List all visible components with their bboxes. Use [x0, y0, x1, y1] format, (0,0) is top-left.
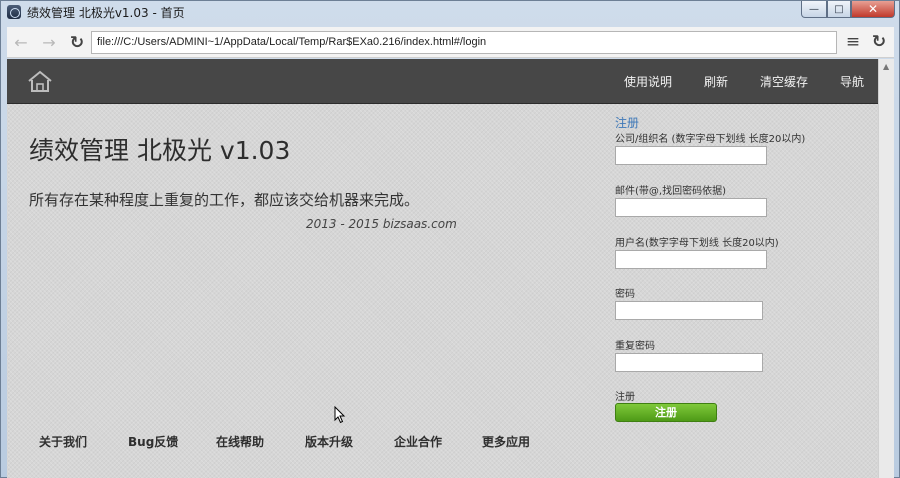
vertical-scrollbar[interactable]: ▲ — [878, 59, 894, 478]
menu-icon[interactable]: ≡ — [843, 32, 863, 52]
minimize-button[interactable]: — — [801, 1, 827, 18]
username-label: 用户名(数字字母下划线 长度20以内) — [615, 238, 779, 249]
window-controls: — □ ✕ — [801, 1, 895, 19]
confirm-password-input[interactable] — [615, 353, 763, 372]
window-title: 绩效管理 北极光v1.03 - 首页 — [27, 6, 185, 20]
mouse-cursor-icon — [334, 406, 346, 424]
reload-icon[interactable]: ↻ — [67, 33, 87, 53]
nav-navigation[interactable]: 导航 — [824, 73, 878, 90]
browser-window: 绩效管理 北极光v1.03 - 首页 — □ ✕ ← → ↻ file:///C… — [0, 0, 900, 478]
copyright-text: 2013 - 2015 bizsaas.com — [306, 217, 457, 231]
org-name-input[interactable] — [615, 146, 767, 165]
top-nav: 使用说明 刷新 清空缓存 导航 — [608, 59, 878, 104]
email-label: 邮件(带@,找回密码依据) — [615, 186, 726, 197]
browser-toolbar: ← → ↻ file:///C:/Users/ADMINI~1/AppData/… — [7, 27, 894, 58]
footer-online-help[interactable]: 在线帮助 — [216, 433, 305, 450]
password-label: 密码 — [615, 289, 635, 300]
footer-about[interactable]: 关于我们 — [39, 433, 128, 450]
email-input[interactable] — [615, 198, 767, 217]
username-input[interactable] — [615, 250, 767, 269]
home-icon[interactable] — [26, 69, 54, 93]
footer-more-apps[interactable]: 更多应用 — [482, 433, 530, 450]
footer-upgrade[interactable]: 版本升级 — [305, 433, 394, 450]
close-button[interactable]: ✕ — [851, 1, 895, 18]
register-button[interactable]: 注册 — [615, 403, 717, 422]
refresh-icon[interactable]: ↻ — [869, 32, 889, 52]
browser-app-icon — [7, 5, 21, 19]
confirm-password-label: 重复密码 — [615, 341, 655, 352]
title-bar[interactable]: 绩效管理 北极光v1.03 - 首页 — □ ✕ — [1, 1, 899, 23]
close-icon: ✕ — [867, 2, 879, 16]
maximize-icon: □ — [834, 3, 844, 15]
address-bar[interactable]: file:///C:/Users/ADMINI~1/AppData/Local/… — [91, 31, 837, 54]
forward-arrow-icon[interactable]: → — [39, 33, 59, 53]
nav-help[interactable]: 使用说明 — [608, 73, 688, 90]
page-viewport: 使用说明 刷新 清空缓存 导航 绩效管理 北极光 v1.03 所有存在某种程度上… — [7, 59, 878, 478]
footer-partnership[interactable]: 企业合作 — [394, 433, 482, 450]
nav-clear-cache[interactable]: 清空缓存 — [744, 73, 824, 90]
scroll-up-icon[interactable]: ▲ — [883, 62, 889, 71]
page-title: 绩效管理 北极光 v1.03 — [29, 136, 291, 165]
back-arrow-icon[interactable]: ← — [11, 33, 31, 53]
password-input[interactable] — [615, 301, 763, 320]
site-header: 使用说明 刷新 清空缓存 导航 — [7, 59, 878, 104]
org-name-label: 公司/组织名 (数字字母下划线 长度20以内) — [615, 134, 806, 145]
maximize-button[interactable]: □ — [827, 1, 851, 18]
footer-bug-report[interactable]: Bug反馈 — [128, 433, 216, 450]
page-subtitle: 所有存在某种程度上重复的工作，都应该交给机器来完成。 — [29, 191, 420, 209]
minimize-icon: — — [809, 3, 819, 15]
register-title[interactable]: 注册 — [615, 114, 639, 131]
submit-caption: 注册 — [615, 392, 635, 403]
nav-refresh[interactable]: 刷新 — [688, 73, 744, 90]
footer-links: 关于我们 Bug反馈 在线帮助 版本升级 企业合作 更多应用 — [39, 433, 530, 450]
